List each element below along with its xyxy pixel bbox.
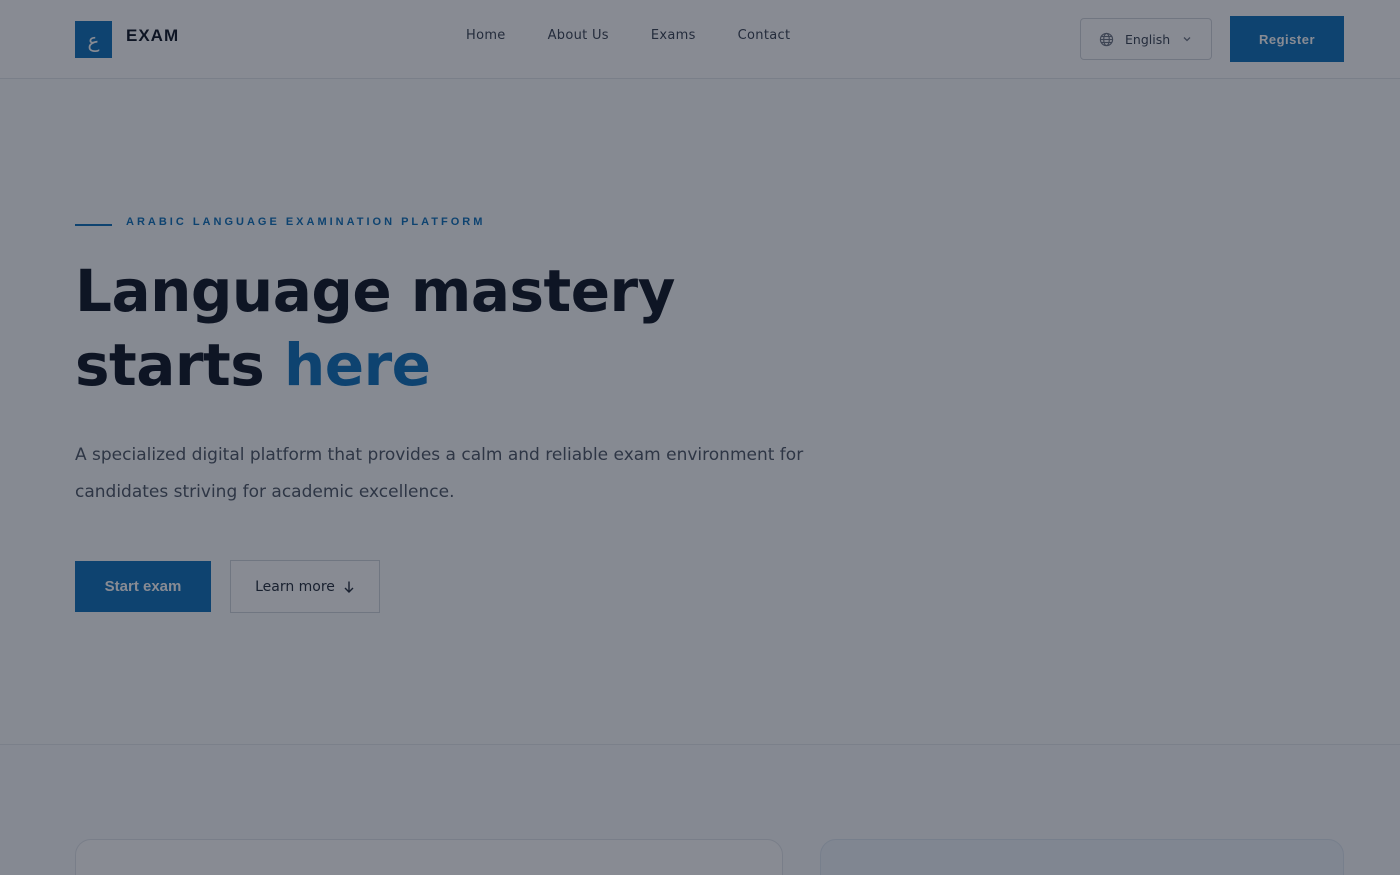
modal-backdrop[interactable]	[0, 0, 1400, 875]
